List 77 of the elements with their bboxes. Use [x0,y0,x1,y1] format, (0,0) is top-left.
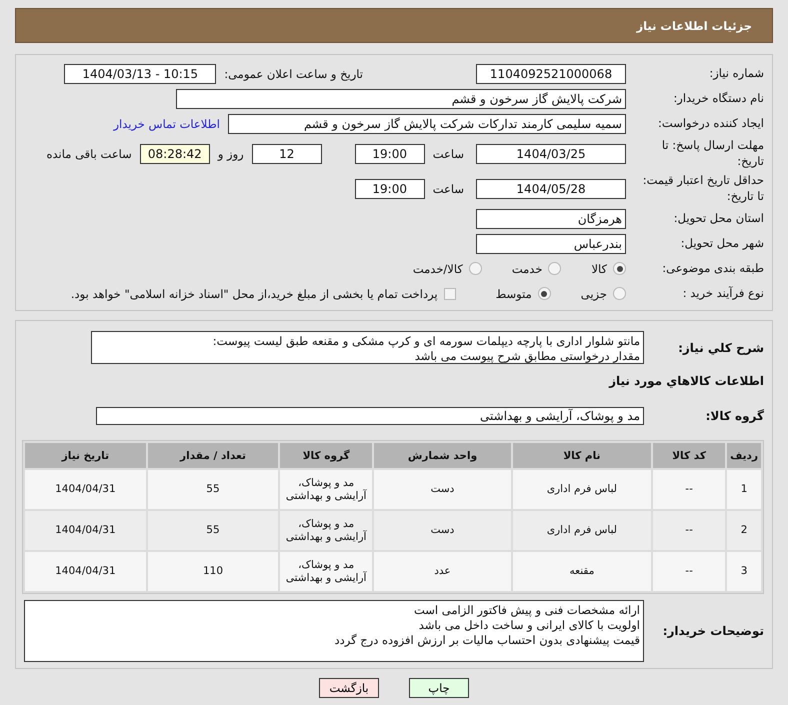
table-cell: -- [653,470,726,510]
table-cell: 110 [148,552,278,592]
table-cell: مقنعه [512,552,652,592]
table-cell: 55 [148,511,278,550]
radio-button[interactable] [548,262,562,276]
field-label: طبقه بندی موضوعی: [661,260,764,276]
table-cell: 3 [727,552,761,592]
table-cell: مد و پوشاک، آرایشی و بهداشتی [280,511,372,550]
field-label: گروه کالا: [704,408,764,423]
need-number-field: 1104092521000068 [476,64,626,84]
radio-label: جزیی [580,286,607,301]
radio-button[interactable] [468,262,482,276]
radio-label: کالا [591,262,607,276]
column-header: واحد شمارش [374,443,511,468]
table-cell: لباس فرم اداری [512,470,652,510]
page-header: جزئیات اطلاعات نیاز [15,8,773,43]
buyer-contact-link[interactable]: اطلاعات تماس خریدار [113,116,220,130]
province-field: هرمزگان [476,208,626,229]
buyer-notes-field: ارائه مشخصات فنی و پیش فاکتور الزامی است اولویت با کالای ایرانی و ساخت داخل می باشد قیمت پیشنهادی بدون احتساب مالیات بر ارزش افزوده درج گردد [24,600,644,662]
field-label: نوع فرآیند خرید : [682,286,764,302]
print-button[interactable]: چاپ [409,678,469,698]
field-label: شهر محل تحویل: [680,236,764,252]
payment-checkbox[interactable] [444,288,456,300]
remaining-label: ساعت باقی مانده [46,146,132,161]
section-title: اطلاعات کالاهاي مورد نياز [609,374,764,388]
radio-label: خدمت [512,262,542,276]
table-cell: 1404/04/31 [25,552,146,592]
validity-time-field: 19:00 [354,178,425,199]
radio-button[interactable] [613,287,626,300]
field-label: ایجاد کننده درخواست: [657,116,764,132]
table-cell: دست [374,511,511,550]
field-label: حداقل تاریخ اعتبار قیمت: تا تاریخ: [642,173,764,204]
announce-date-field: 1404/03/13 - 10:15 [64,64,216,84]
table-cell: 1404/04/31 [25,511,146,550]
radio-button[interactable] [538,287,551,300]
checkbox-label: پرداخت تمام یا بخشی از مبلغ خرید،از محل "اسناد خزانه اسلامی" خواهد بود. [70,286,438,301]
table-cell: 1 [727,470,761,510]
deadline-time-field: 19:00 [354,144,425,164]
validity-date-field: 1404/05/28 [476,178,626,199]
field-label: مهلت ارسال پاسخ: تا تاریخ: [660,138,764,170]
column-header: کد کالا [653,443,726,468]
radio-label: متوسط [496,286,532,301]
table-cell: -- [653,511,726,550]
back-button[interactable]: بازگشت [319,678,379,698]
column-header: تعداد / مقدار [148,443,278,468]
days-label: روز و [218,146,244,161]
table-cell: -- [653,552,726,592]
field-label: استان محل تحویل: [672,210,764,226]
table-cell: عدد [374,552,511,592]
table-cell: مد و پوشاک، آرایشی و بهداشتی [280,470,372,510]
column-header: نام کالا [512,443,652,468]
requester-field: سمیه سلیمی کارمند تدارکات شرکت پالایش گاز سرخون و قشم [228,114,626,134]
buyer-org-field: شرکت پالایش گاز سرخون و قشم [176,88,626,108]
deadline-date-field: 1404/03/25 [476,144,626,164]
field-label: تاریخ و ساعت اعلان عمومی: [224,66,363,80]
column-header: گروه کالا [280,443,372,468]
days-field: 12 [252,144,322,164]
radio-button[interactable] [613,262,626,276]
field-label: توضیحات خریدار: [662,624,764,638]
table-cell: لباس فرم اداری [512,511,652,550]
radio-label: کالا/خدمت [412,262,463,276]
table-cell: دست [374,470,511,510]
table-cell: مد و پوشاک، آرایشی و بهداشتی [280,552,372,592]
field-label: شرح کلي نياز: [677,340,764,355]
time-label: ساعت [432,146,464,161]
field-label: شماره نیاز: [708,66,764,82]
remaining-time-field: 08:28:42 [140,144,210,164]
goods-group-field: مد و پوشاک، آرایشی و بهداشتی [96,406,644,425]
field-label: نام دستگاه خریدار: [672,90,764,106]
table-cell: 1404/04/31 [25,470,146,510]
column-header: ردیف [727,443,761,468]
table-cell: 2 [727,511,761,550]
column-header: تاریخ نیاز [25,443,146,468]
description-field: مانتو شلوار اداری با پارچه دیپلمات سورمه ای و کرپ مشکی و مقنعه طبق لیست پیوست: مقدار درخواستی مطابق شرح پیوست می باشد [91,331,644,364]
time-label: ساعت [432,182,464,196]
table-cell: 55 [148,470,278,510]
city-field: بندرعباس [476,234,626,254]
